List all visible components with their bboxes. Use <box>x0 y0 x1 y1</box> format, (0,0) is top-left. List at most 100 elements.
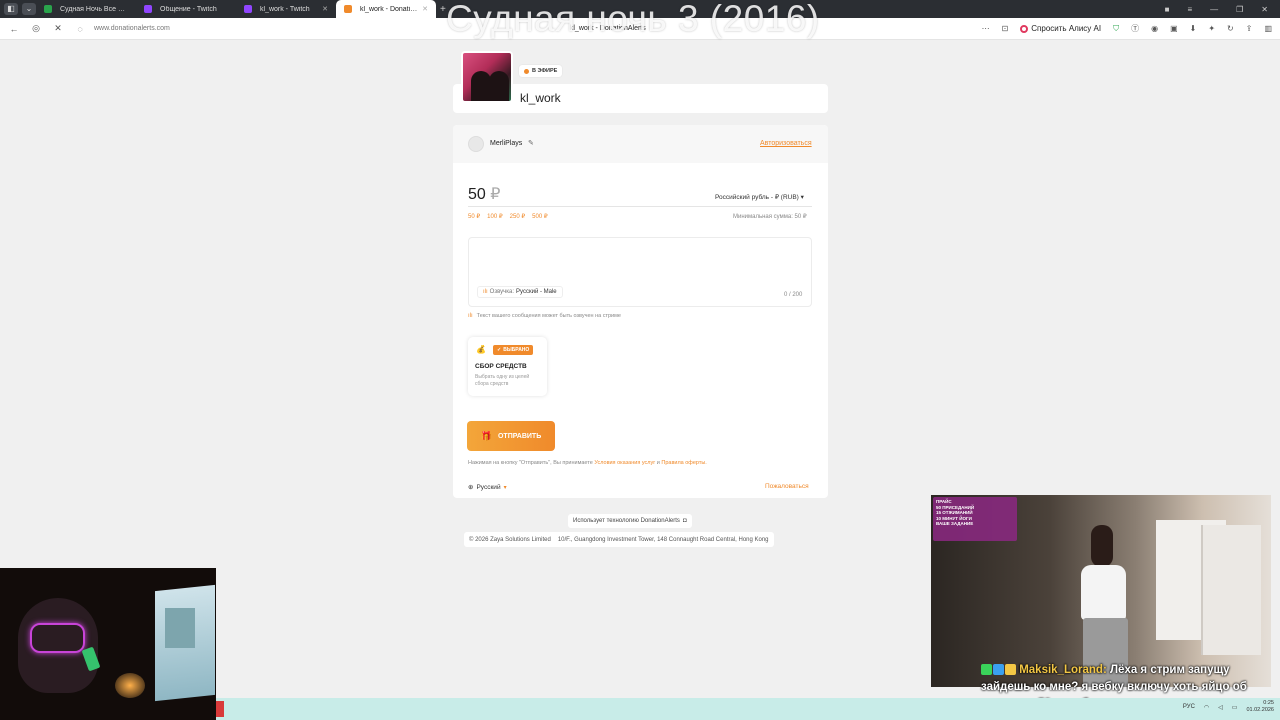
close-icon[interactable]: ✕ <box>422 5 428 13</box>
clock-date: 01.02.2026 <box>1246 707 1274 713</box>
tab-label: Судная Ночь Все Части <box>60 5 128 13</box>
username-field[interactable]: MerliPlays <box>490 140 522 147</box>
waveform-icon: ılı <box>468 313 473 319</box>
amount-currency: ₽ <box>490 186 501 203</box>
menu-icon[interactable]: ≡ <box>1187 5 1192 14</box>
chat-badges <box>981 664 1016 676</box>
terms-text: Нажимая на кнопку "Отправить", Вы приним… <box>468 460 707 466</box>
window-controls: ■ ≡ — ❐ ✕ <box>1165 5 1280 14</box>
site-info-icon[interactable]: ◌ <box>72 24 88 34</box>
tab-favicon-icon <box>44 5 52 13</box>
browser-tab[interactable]: Судная Ночь Все Части <box>36 0 136 18</box>
close-loading-icon[interactable]: ✕ <box>50 23 66 34</box>
amount-input[interactable]: 50 ₽ <box>468 184 500 204</box>
close-icon[interactable]: ✕ <box>322 5 328 13</box>
download-icon[interactable]: ⬇ <box>1190 24 1197 33</box>
tab-menu-icon[interactable]: ◧ <box>4 3 18 15</box>
browser-tab[interactable]: kl_work - Twitch ✕ <box>236 0 336 18</box>
taskbar <box>216 698 1280 720</box>
panel-line: ВАШЕ ЗАДАНИЕ <box>936 521 974 526</box>
check-icon: ✓ <box>497 347 502 353</box>
share-icon[interactable]: ⇪ <box>1246 24 1253 33</box>
preset-button[interactable]: 500 ₽ <box>532 213 548 220</box>
stream-video[interactable]: ПРАЙС 50 ПРИСЕДАНИЙ 15 ОТЖИМАНИЙ 10 МИНУ… <box>931 495 1271 687</box>
currency-select[interactable]: Российский рубль - ₽ (RUB) ▾ <box>715 193 804 201</box>
avatar-figure <box>489 71 509 101</box>
streamer-hair <box>1091 525 1113 567</box>
user-icon <box>468 136 484 152</box>
sidebar-icon[interactable]: ▥ <box>1264 24 1272 33</box>
waveform-icon: ılı <box>483 289 488 295</box>
room-cabinet <box>1201 525 1261 655</box>
system-tray: РУС ◠ ◁ ▭ 0:25 01.02.2026 <box>1183 700 1274 714</box>
channel-name: kl_work <box>520 91 561 105</box>
bookmark-icon[interactable]: ■ <box>1165 5 1170 14</box>
login-link[interactable]: Авторизоваться <box>760 140 812 147</box>
badge-icon <box>993 664 1004 676</box>
char-count: 0 / 200 <box>784 292 803 298</box>
bookmark-add-icon[interactable]: ⊡ <box>1002 24 1009 33</box>
wallet-icon[interactable]: ▣ <box>1170 24 1178 33</box>
footer-info: © 2026 Zaya Solutions Limited 10/F., Gua… <box>464 532 774 547</box>
send-button[interactable]: 🎁 ОТПРАВИТЬ <box>467 421 555 451</box>
neon-mask <box>30 623 85 653</box>
extension-icon[interactable]: ◉ <box>1151 24 1158 33</box>
amount-value: 50 <box>468 186 486 203</box>
clock[interactable]: 0:25 01.02.2026 <box>1246 700 1274 714</box>
home-icon[interactable]: ◎ <box>28 23 44 34</box>
live-dot-icon <box>524 68 529 74</box>
preset-button[interactable]: 100 ₽ <box>487 213 503 220</box>
language-indicator[interactable]: РУС <box>1183 704 1195 710</box>
url-text: www.donationalerts.com <box>94 25 170 32</box>
translate-icon[interactable]: Ⓣ <box>1131 23 1139 34</box>
browser-tab-active[interactable]: kl_work - DonationAlerts ✕ <box>336 0 436 18</box>
avatar <box>461 51 513 103</box>
voice-select[interactable]: ılı Озвучка: Русский - Male <box>477 286 563 298</box>
new-tab-icon[interactable]: + <box>440 4 446 15</box>
language-select[interactable]: ⊕ Русский ▾ <box>468 483 507 492</box>
more-icon[interactable]: ⋯ <box>982 24 990 33</box>
voice-label: Озвучка: <box>489 289 515 295</box>
tab-favicon-icon <box>244 5 252 13</box>
selected-badge: ✓ ВЫБРАНО <box>493 345 534 355</box>
goal-title: СБОР СРЕДСТВ <box>475 363 527 370</box>
wifi-icon[interactable]: ◠ <box>1204 704 1209 711</box>
close-window-icon[interactable]: ✕ <box>1261 5 1268 14</box>
streamer-top <box>1081 565 1126 620</box>
badge-icon <box>981 664 992 676</box>
maximize-icon[interactable]: ❐ <box>1236 5 1243 14</box>
browser-tab[interactable]: Общение - Twitch <box>136 0 236 18</box>
offer-rules-link[interactable]: Правила оферты. <box>661 460 706 466</box>
tech-badge[interactable]: Использует технологию DonationAlerts ◘ <box>568 514 692 528</box>
terms-link[interactable]: Условия оказания услуг <box>594 460 655 466</box>
extensions-row: ⋯ ⊡ Спросить Алису AI ⛉ Ⓣ ◉ ▣ ⬇ ✦ ↻ ⇪ ▥ <box>982 23 1280 34</box>
preset-button[interactable]: 250 ₽ <box>510 213 526 220</box>
alice-button[interactable]: Спросить Алису AI <box>1020 24 1101 33</box>
chevron-down-icon[interactable]: ⌄ <box>22 3 36 15</box>
back-icon[interactable]: ← <box>6 24 22 34</box>
webcam-overlay <box>0 568 216 720</box>
shield-icon[interactable]: ⛉ <box>1113 24 1119 34</box>
address: 10/F., Guangdong Investment Tower, 148 C… <box>557 536 769 543</box>
tab-label: Общение - Twitch <box>160 5 217 13</box>
live-label: В ЭФИРЕ <box>532 68 558 74</box>
minimize-icon[interactable]: — <box>1210 5 1218 14</box>
send-label: ОТПРАВИТЬ <box>497 432 542 440</box>
chevron-down-icon: ▾ <box>503 484 507 491</box>
voice-value: Русский - Male <box>516 289 557 295</box>
price-panel: ПРАЙС 50 ПРИСЕДАНИЙ 15 ОТЖИМАНИЙ 10 МИНУ… <box>933 497 1017 541</box>
battery-icon[interactable]: ▭ <box>1232 704 1238 711</box>
preset-button[interactable]: 50 ₽ <box>468 213 480 220</box>
tab-favicon-icon <box>344 5 352 13</box>
clock-time: 0:25 <box>1263 700 1274 706</box>
chat-username: Maksik_Lorand <box>1019 664 1103 676</box>
selected-label: ВЫБРАНО <box>503 347 530 353</box>
reload-icon[interactable]: ↻ <box>1227 24 1234 33</box>
puzzle-icon[interactable]: ✦ <box>1208 24 1215 33</box>
taskbar-app-icon[interactable] <box>216 701 224 717</box>
pencil-icon[interactable]: ✎ <box>528 139 534 147</box>
terms-prefix: Нажимая на кнопку "Отправить", Вы приним… <box>468 460 593 466</box>
volume-icon[interactable]: ◁ <box>1218 704 1223 711</box>
complain-link[interactable]: Пожаловаться <box>765 483 809 490</box>
alice-label: Спросить Алису AI <box>1031 24 1102 33</box>
